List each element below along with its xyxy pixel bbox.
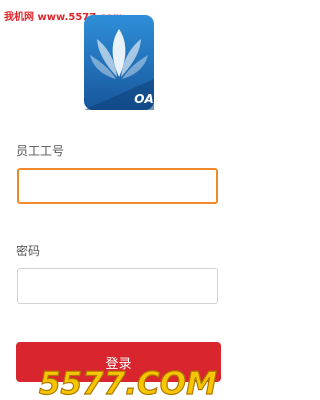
- watermark-bottom-text: 5577.COM: [39, 366, 217, 400]
- employee-id-label: 员工工号: [16, 144, 65, 158]
- logo-badge-text: OA: [134, 92, 154, 106]
- password-label: 密码: [16, 244, 41, 258]
- password-input[interactable]: [17, 268, 218, 304]
- employee-id-input[interactable]: [17, 168, 218, 204]
- watermark-logo: 5577.COM: [38, 365, 217, 400]
- app-logo: OA: [84, 15, 154, 110]
